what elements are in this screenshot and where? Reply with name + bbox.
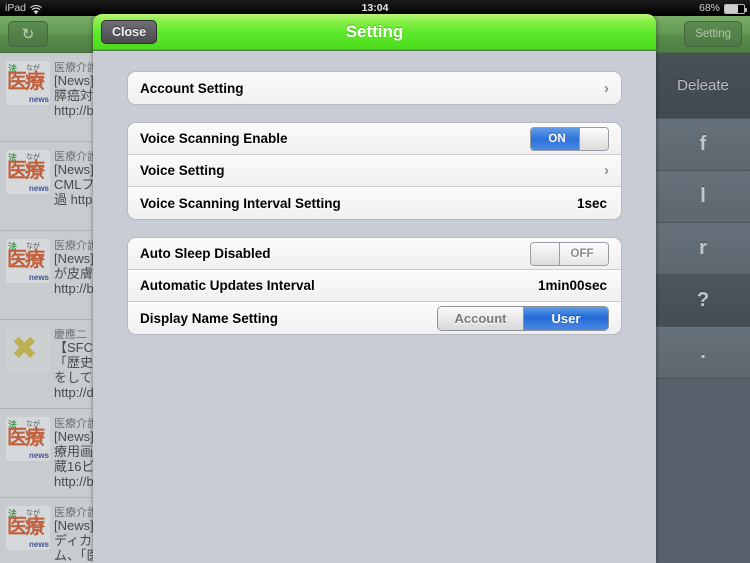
settings-row-value: 1sec [576,195,607,211]
settings-row[interactable]: Display Name Setting Account User [128,302,621,334]
settings-row-label: Voice Scanning Enable [140,131,288,146]
settings-row[interactable]: Account Setting › [128,72,621,104]
settings-row-label: Voice Scanning Interval Setting [140,195,341,211]
settings-row[interactable]: Voice Setting › [128,155,621,187]
settings-row-label: Account Setting [140,80,244,96]
modal-header: Close Setting [93,14,656,50]
settings-group: Auto Sleep Disabled OFF Automatic Updates … [127,237,622,335]
toggle-knob [531,242,560,265]
battery-icon [724,4,747,14]
toggle-knob [579,127,608,150]
status-bar-right: 68% [698,0,747,16]
modal-title: Setting [345,22,404,41]
settings-row-value: 1min00sec [537,278,607,293]
settings-row[interactable]: Auto Sleep Disabled OFF [128,238,621,270]
settings-row-label: Display Name Setting [140,310,279,326]
battery-percent: 68% [698,2,720,14]
settings-row[interactable]: Voice Scanning Enable ON [128,123,621,155]
segment-account[interactable]: Account [438,306,523,330]
chevron-right-icon: › [604,79,609,97]
chevron-right-icon: › [604,162,609,179]
settings-row-label: Automatic Updates Interval [140,278,315,293]
toggle-off-label: OFF [556,242,608,265]
toggle-on-label: ON [531,127,583,150]
toggle-switch[interactable]: OFF [530,241,609,266]
segmented-control[interactable]: Account User [437,305,609,331]
toggle-switch[interactable]: ON [530,126,609,151]
settings-group: Account Setting › [127,71,622,105]
settings-group: Voice Scanning Enable ON Voice Setting › Voi… [127,122,622,220]
settings-row-label: Voice Setting [140,163,225,178]
setting-modal: Close Setting Account Setting › Voice Scan… [93,14,656,563]
screen: iPad 13:04 68% ↻ Ti Setting 法なが医療news医療介… [0,0,750,563]
settings-row[interactable]: Automatic Updates Interval 1min00sec [128,270,621,302]
settings-row-label: Auto Sleep Disabled [140,246,271,261]
modal-body: Account Setting › Voice Scanning Enable ON V… [93,51,656,563]
settings-row[interactable]: Voice Scanning Interval Setting 1sec [128,187,621,219]
segment-user[interactable]: User [523,306,608,330]
